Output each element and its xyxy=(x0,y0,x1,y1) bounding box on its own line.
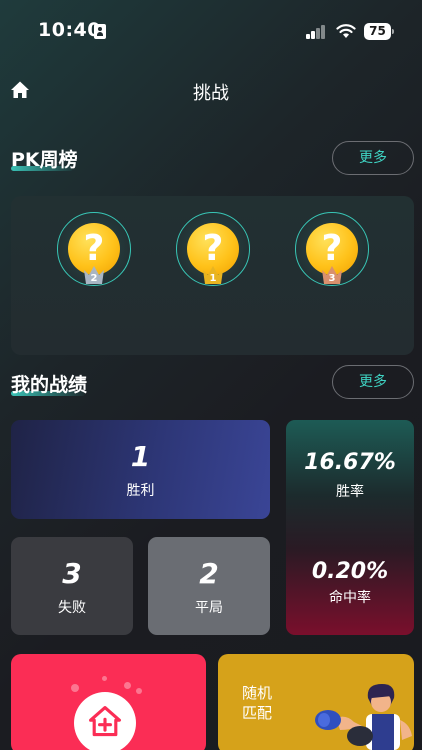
losses-value: 3 xyxy=(62,557,82,590)
leaderboard-card: ? 2 ? 1 ? 3 xyxy=(11,196,414,355)
pk-ranking-title: PK周榜 xyxy=(11,149,78,171)
cellular-signal-icon xyxy=(306,25,326,39)
sparkle-dot xyxy=(124,682,131,689)
random-match-label-1: 随机 xyxy=(242,684,273,702)
status-time: 10:40 xyxy=(38,19,101,41)
rank-number: 1 xyxy=(209,273,217,284)
nav-bar: 挑战 xyxy=(0,70,422,110)
leaderboard-item[interactable]: ? 2 xyxy=(57,212,131,292)
rates-card: 16.67% 胜率 0.20% 命中率 xyxy=(286,420,414,635)
leaderboard-item[interactable]: ? 3 xyxy=(295,212,369,292)
boxer-illustration-icon xyxy=(315,684,412,750)
battery-icon: 75 xyxy=(364,23,394,40)
hit-rate-value: 0.20% xyxy=(311,559,389,584)
draws-card: 2 平局 xyxy=(148,537,270,635)
record-more-button[interactable]: 更多 xyxy=(332,365,414,399)
id-card-icon xyxy=(94,24,106,39)
leaderboard-item[interactable]: ? 1 xyxy=(176,212,250,292)
wifi-icon xyxy=(336,24,356,38)
rank-number: 2 xyxy=(90,273,98,284)
wins-value: 1 xyxy=(130,440,151,473)
rank-number: 3 xyxy=(328,273,336,284)
sparkle-dot xyxy=(71,684,79,692)
random-match-label-2: 匹配 xyxy=(242,704,273,722)
pk-more-button[interactable]: 更多 xyxy=(332,141,414,175)
status-bar: 10:40 75 xyxy=(0,0,422,50)
draws-label: 平局 xyxy=(195,600,223,616)
house-plus-icon xyxy=(89,706,121,737)
page-title: 挑战 xyxy=(193,83,229,104)
wins-label: 胜利 xyxy=(126,483,155,499)
create-room-button[interactable] xyxy=(74,692,136,750)
create-room-card[interactable] xyxy=(11,654,206,750)
wins-card: 1 胜利 xyxy=(11,420,270,519)
sparkle-dot xyxy=(136,688,142,694)
random-match-card[interactable]: 随机 匹配 xyxy=(218,654,414,750)
hit-rate-label: 命中率 xyxy=(329,590,371,606)
win-rate-label: 胜率 xyxy=(336,484,364,500)
draws-value: 2 xyxy=(199,557,219,590)
win-rate-value: 16.67% xyxy=(304,450,396,475)
battery-level: 75 xyxy=(364,23,391,40)
sparkle-dot xyxy=(102,676,107,681)
my-record-title: 我的战绩 xyxy=(11,374,88,396)
losses-card: 3 失败 xyxy=(11,537,133,635)
losses-label: 失败 xyxy=(58,600,86,616)
